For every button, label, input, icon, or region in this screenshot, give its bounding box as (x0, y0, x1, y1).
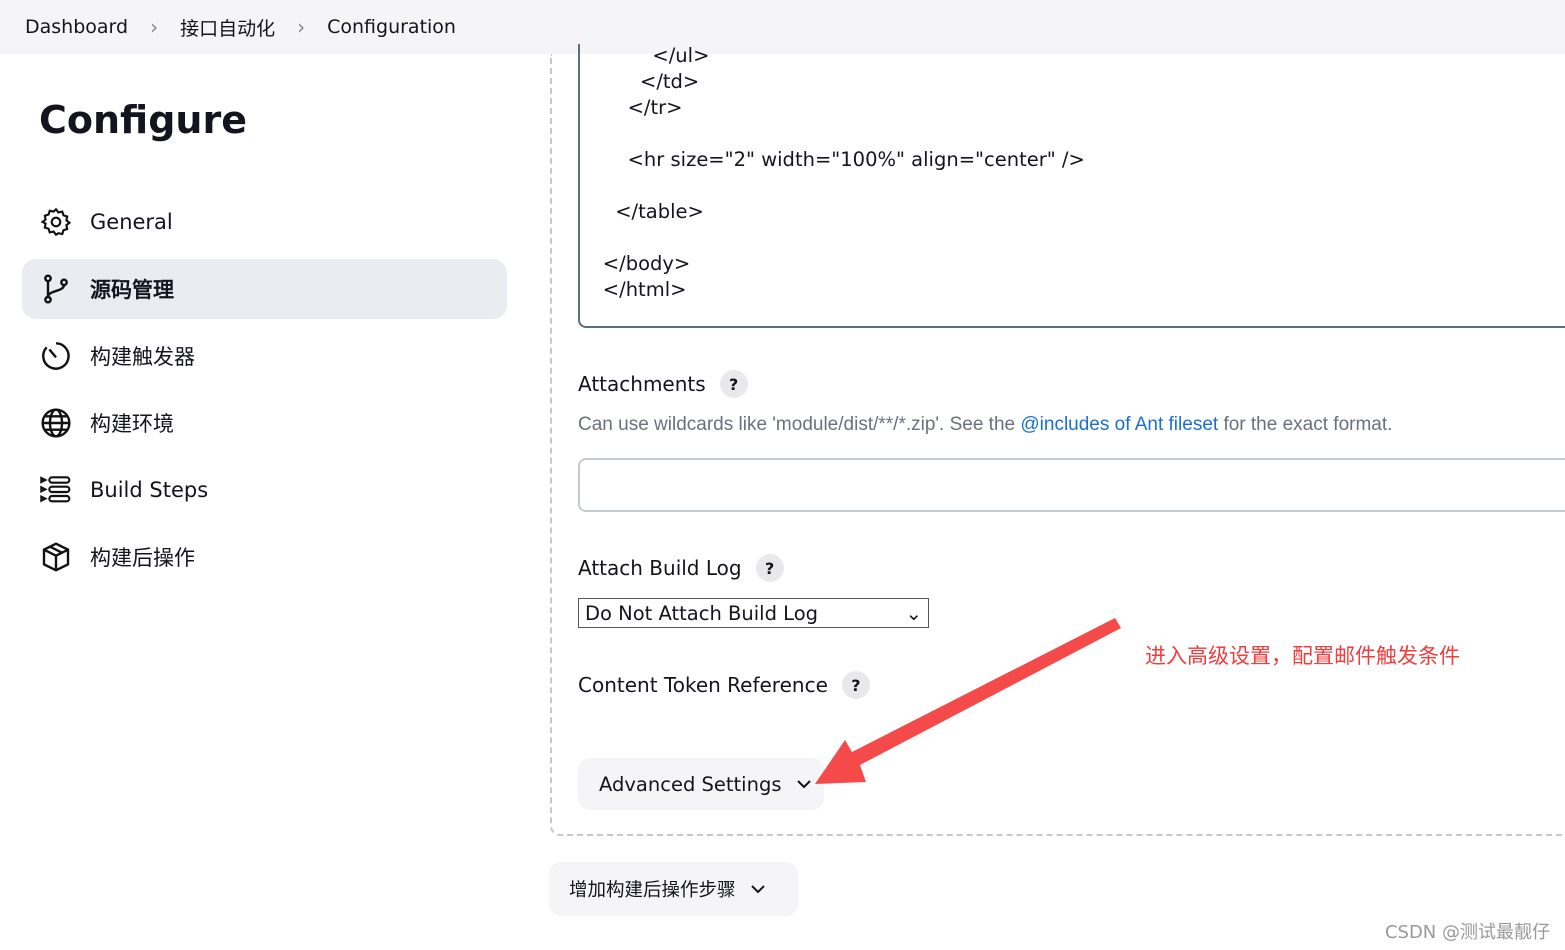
annotation-text: 进入高级设置，配置邮件触发条件 (1145, 644, 1460, 668)
annotation-arrow-icon (815, 618, 1121, 784)
annotation-arrow-shape (815, 618, 1121, 784)
watermark: CSDN @测试最靓仔 (1384, 922, 1550, 943)
